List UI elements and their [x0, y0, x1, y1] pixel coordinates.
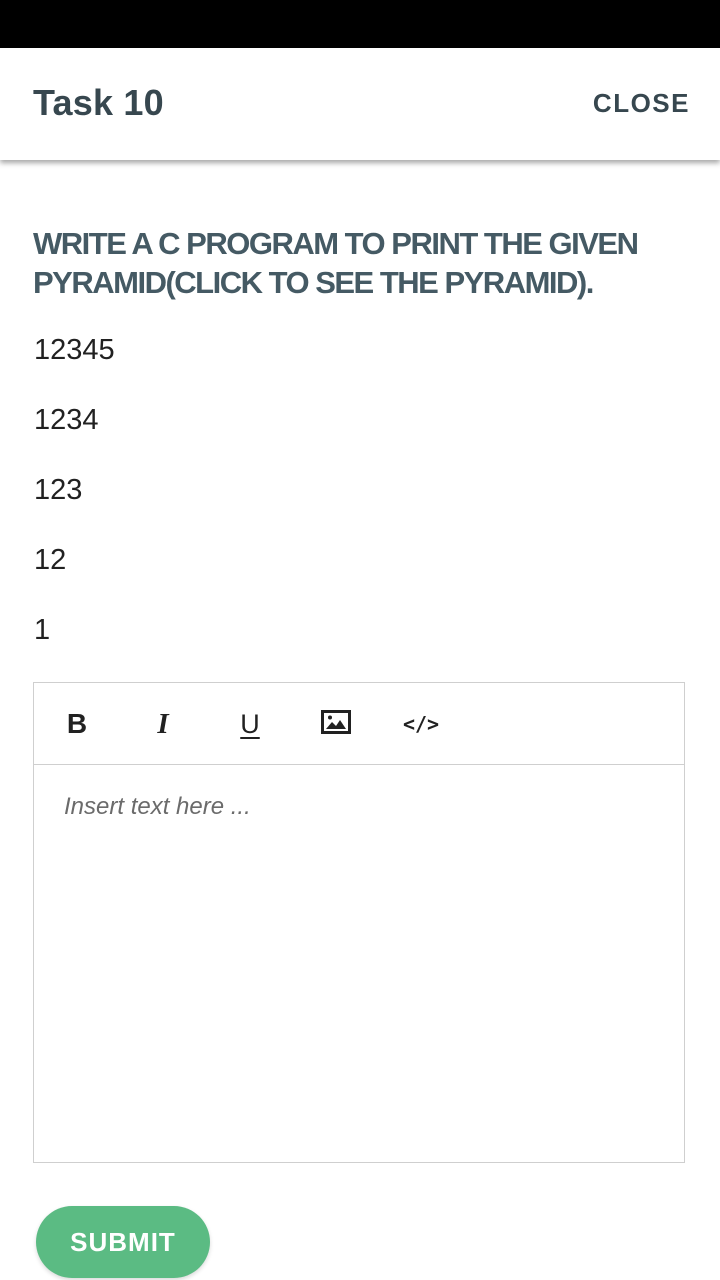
insert-image-button[interactable]	[316, 705, 356, 743]
underline-button[interactable]: U	[230, 705, 270, 743]
status-bar	[0, 0, 720, 48]
code-icon[interactable]: </>	[401, 705, 441, 743]
question-text[interactable]: WRITE A C PROGRAM TO PRINT THE GIVEN PYR…	[33, 224, 693, 302]
rich-text-editor: B I U </>	[33, 682, 685, 1163]
bold-button[interactable]: B	[57, 705, 97, 743]
italic-button[interactable]: I	[143, 705, 183, 743]
image-icon	[321, 709, 351, 739]
editor-toolbar: B I U </>	[34, 683, 684, 765]
page-title: Task 10	[33, 82, 164, 123]
answer-text-area[interactable]	[34, 765, 684, 1162]
pyramid-line: 1234	[34, 404, 99, 436]
task-content: WRITE A C PROGRAM TO PRINT THE GIVEN PYR…	[0, 160, 720, 1280]
pyramid-line: 12	[34, 544, 67, 576]
pyramid-line: 123	[34, 474, 83, 506]
app-bar: Task 10 CLOSE	[0, 48, 720, 160]
submit-button[interactable]: SUBMIT	[36, 1206, 210, 1278]
pyramid-line: 1	[34, 614, 51, 646]
pyramid-line: 12345	[34, 334, 115, 366]
close-button[interactable]: CLOSE	[593, 88, 690, 119]
